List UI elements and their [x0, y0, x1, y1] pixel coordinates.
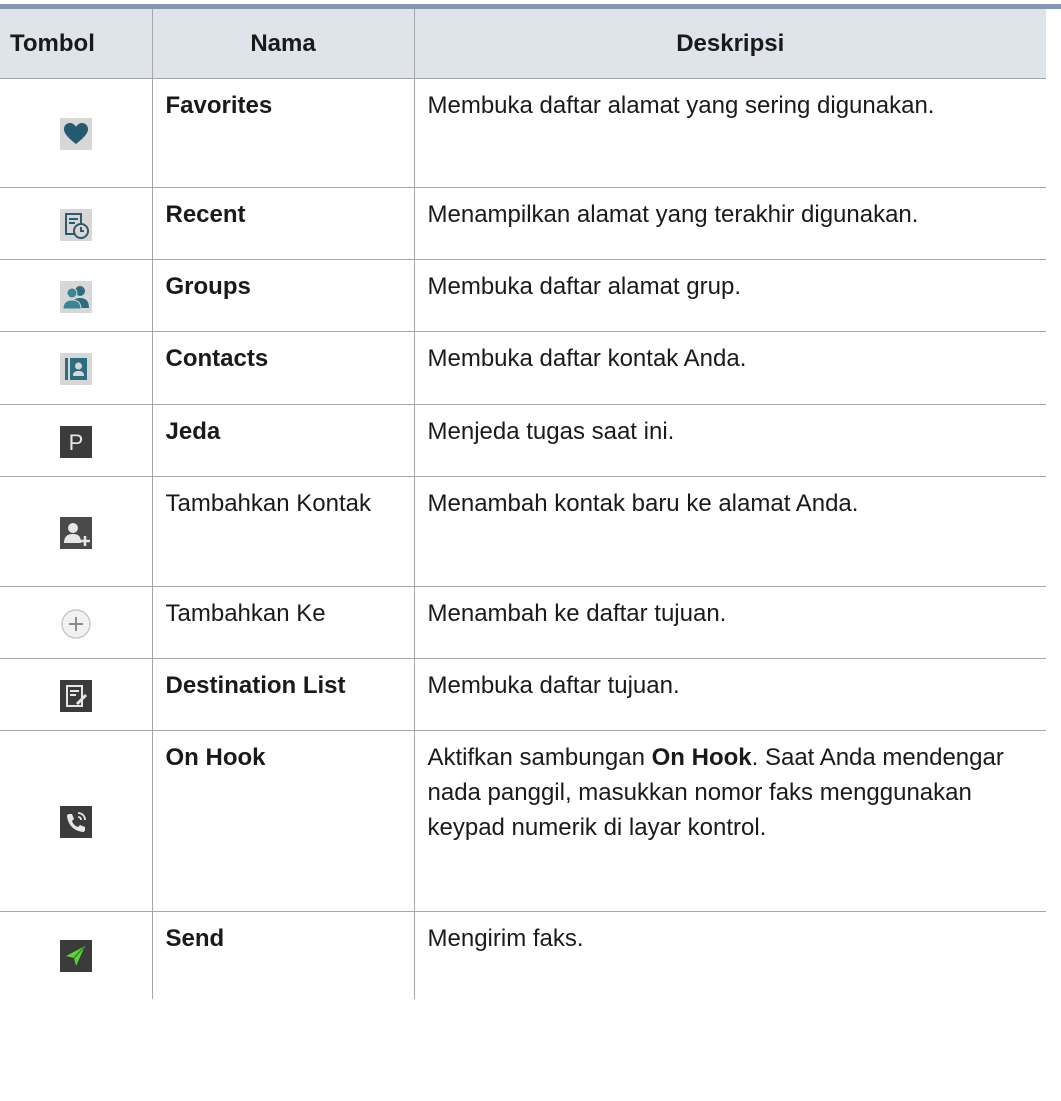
button-description: Menjeda tugas saat ini. [413, 404, 1046, 477]
button-name: Favorites [151, 78, 414, 188]
table-row: P Jeda Menjeda tugas saat ini. [0, 404, 1046, 477]
button-description: Aktifkan sambungan On Hook. Saat Anda me… [413, 730, 1046, 912]
button-description: Membuka daftar kontak Anda. [413, 331, 1046, 405]
heart-icon [59, 118, 92, 151]
table-row: Recent Menampilkan alamat yang terakhir … [0, 187, 1046, 260]
send-arrow-icon [59, 940, 92, 973]
destination-list-icon [59, 679, 92, 712]
button-name: On Hook [151, 730, 414, 912]
add-contact-icon [59, 516, 92, 549]
table-row: On Hook Aktifkan sambungan On Hook. Saat… [0, 730, 1046, 912]
table-row: Favorites Membuka daftar alamat yang ser… [0, 78, 1046, 188]
svg-text:P: P [68, 430, 83, 455]
button-name: Recent [151, 187, 414, 260]
table-row: Destination List Membuka daftar tujuan. [0, 658, 1046, 731]
button-name: Destination List [151, 658, 414, 731]
button-name: Tambahkan Kontak [151, 476, 414, 587]
button-name: Jeda [151, 404, 414, 477]
on-hook-phone-icon [59, 806, 92, 839]
contacts-icon [59, 353, 92, 386]
table-row: Groups Membuka daftar alamat grup. [0, 259, 1046, 332]
column-header-tombol: Tombol [0, 9, 152, 79]
button-name: Tambahkan Ke [151, 586, 414, 659]
table-header-row: Tombol Nama Deskripsi [0, 9, 1046, 79]
pause-p-icon: P [59, 425, 92, 458]
button-description: Membuka daftar alamat yang sering diguna… [413, 78, 1046, 188]
button-name: Send [151, 911, 414, 999]
column-header-deskripsi: Deskripsi [413, 9, 1046, 79]
button-description: Menampilkan alamat yang terakhir digunak… [413, 187, 1046, 260]
table-row: Tambahkan Kontak Menambah kontak baru ke… [0, 476, 1046, 587]
column-header-nama: Nama [151, 9, 414, 79]
button-reference-table: Tombol Nama Deskripsi Favorites Membuka … [0, 9, 1046, 999]
add-circle-icon [60, 608, 92, 640]
table-row: Send Mengirim faks. [0, 911, 1046, 999]
recent-clock-icon [59, 208, 92, 241]
button-description: Menambah ke daftar tujuan. [413, 586, 1046, 659]
button-name: Groups [151, 259, 414, 332]
button-name: Contacts [151, 331, 414, 405]
button-description: Membuka daftar tujuan. [413, 658, 1046, 731]
table-row: Contacts Membuka daftar kontak Anda. [0, 331, 1046, 405]
button-description: Mengirim faks. [413, 911, 1046, 999]
groups-icon [59, 280, 92, 313]
table-row: Tambahkan Ke Menambah ke daftar tujuan. [0, 586, 1046, 659]
button-description: Menambah kontak baru ke alamat Anda. [413, 476, 1046, 587]
button-description: Membuka daftar alamat grup. [413, 259, 1046, 332]
